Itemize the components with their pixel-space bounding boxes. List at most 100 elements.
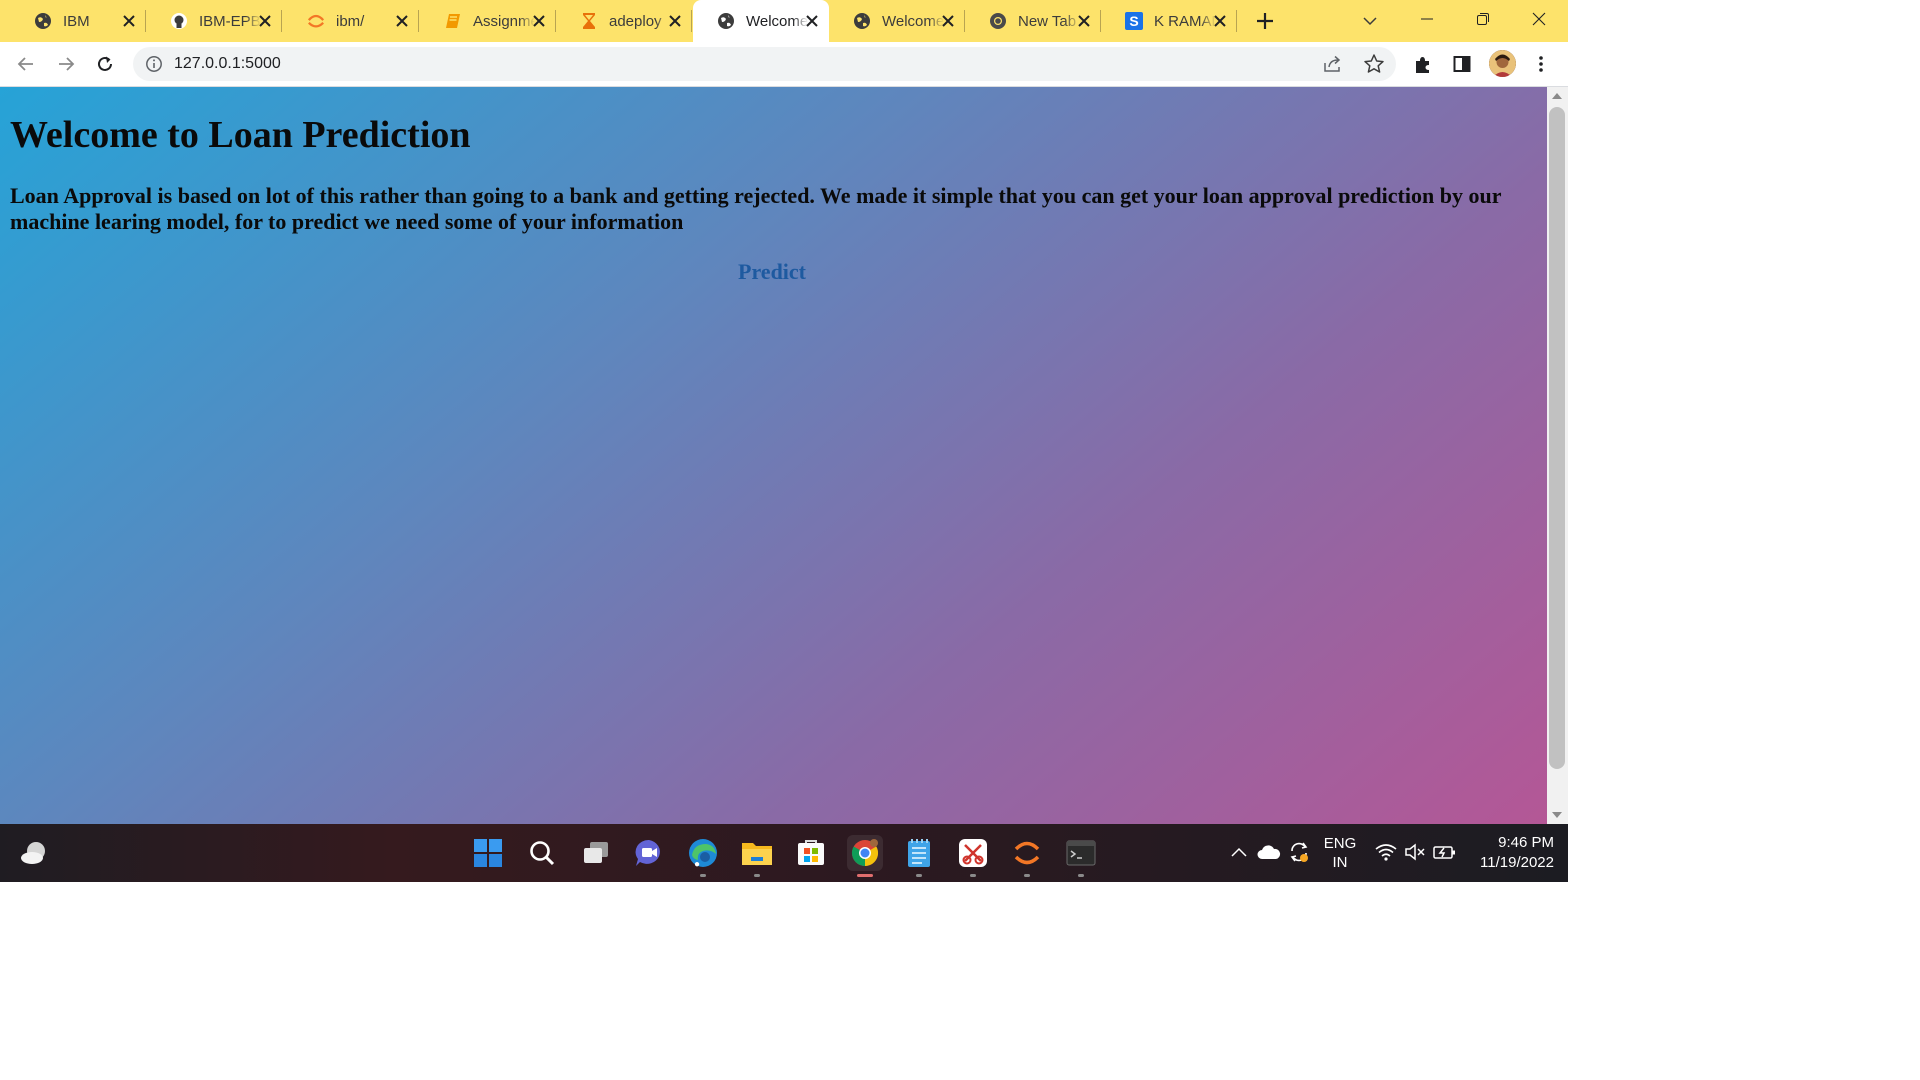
language-region: IN bbox=[1332, 854, 1348, 871]
minimize-icon[interactable] bbox=[1412, 6, 1442, 32]
scroll-up-arrow-icon[interactable] bbox=[1552, 93, 1562, 99]
terminal-icon[interactable] bbox=[1063, 835, 1099, 877]
tab-jupyter[interactable]: ibm/ bbox=[283, 0, 419, 42]
jupyter-icon[interactable] bbox=[1009, 835, 1045, 877]
close-tab-icon[interactable] bbox=[393, 12, 411, 30]
jupyter-icon bbox=[307, 12, 325, 30]
tab-title: Welcome bbox=[882, 12, 944, 30]
notepad-icon[interactable] bbox=[901, 835, 937, 877]
close-tab-icon[interactable] bbox=[666, 12, 684, 30]
hourglass-icon bbox=[580, 12, 598, 30]
running-indicator bbox=[916, 874, 922, 877]
tab-title: ibm/ bbox=[336, 12, 365, 30]
file-explorer-icon[interactable] bbox=[739, 835, 775, 877]
forward-arrow-icon[interactable] bbox=[52, 50, 80, 78]
wifi-icon[interactable] bbox=[1374, 840, 1398, 864]
running-indicator bbox=[857, 874, 873, 877]
close-tab-icon[interactable] bbox=[1075, 12, 1093, 30]
url-text[interactable]: 127.0.0.1:5000 bbox=[174, 55, 281, 73]
windows-start-icon[interactable] bbox=[470, 835, 506, 871]
running-indicator bbox=[970, 874, 976, 877]
tab-separator bbox=[1236, 10, 1237, 32]
predict-link[interactable]: Predict bbox=[738, 259, 806, 285]
browser-toolbar: 127.0.0.1:5000 bbox=[0, 42, 1568, 87]
tab-title: adeploy bbox=[609, 12, 662, 30]
globe-icon bbox=[34, 12, 52, 30]
svg-text:●: ● bbox=[694, 859, 700, 868]
windows-taskbar: ● ENG IN 9:46 PM 11/19/2022 bbox=[0, 824, 1568, 882]
input-language-indicator[interactable]: ENG IN bbox=[1318, 834, 1362, 872]
tab-welcome-active[interactable]: Welcome bbox=[693, 0, 829, 42]
tab-title: K RAMAN bbox=[1154, 12, 1216, 30]
running-indicator bbox=[700, 874, 706, 877]
bookmark-star-icon[interactable] bbox=[1363, 53, 1385, 75]
globe-icon bbox=[853, 12, 871, 30]
share-icon[interactable] bbox=[1322, 54, 1344, 74]
notebook-icon bbox=[444, 12, 462, 30]
site-info-icon[interactable] bbox=[145, 55, 163, 73]
close-tab-icon[interactable] bbox=[939, 12, 957, 30]
task-view-icon[interactable] bbox=[578, 835, 614, 871]
close-tab-icon[interactable] bbox=[803, 12, 821, 30]
github-icon bbox=[170, 12, 188, 30]
close-tab-icon[interactable] bbox=[1211, 12, 1229, 30]
close-tab-icon[interactable] bbox=[530, 12, 548, 30]
edge-icon[interactable]: ● bbox=[685, 835, 721, 877]
tab-new-tab[interactable]: New Tab bbox=[965, 0, 1101, 42]
side-panel-icon[interactable] bbox=[1450, 52, 1474, 76]
chrome-icon[interactable] bbox=[847, 835, 883, 877]
profile-avatar[interactable] bbox=[1489, 50, 1516, 77]
battery-charging-icon[interactable] bbox=[1433, 840, 1457, 864]
restore-icon[interactable] bbox=[1468, 6, 1498, 32]
page-viewport: Welcome to Loan Prediction Loan Approval… bbox=[0, 87, 1547, 824]
snipping-tool-icon[interactable] bbox=[955, 835, 991, 877]
address-bar[interactable]: 127.0.0.1:5000 bbox=[133, 47, 1396, 81]
clock-date: 11/19/2022 bbox=[1480, 854, 1554, 871]
tab-k-raman[interactable]: S K RAMAN bbox=[1101, 0, 1237, 42]
running-indicator bbox=[1024, 874, 1030, 877]
language-code: ENG bbox=[1323, 835, 1357, 852]
chat-icon[interactable] bbox=[631, 835, 667, 871]
tab-ibm[interactable]: IBM bbox=[10, 0, 146, 42]
system-clock[interactable]: 9:46 PM 11/19/2022 bbox=[1464, 833, 1554, 873]
tab-title: Welcome bbox=[746, 12, 808, 30]
close-tab-icon[interactable] bbox=[256, 12, 274, 30]
tab-assignment[interactable]: Assignment bbox=[420, 0, 556, 42]
new-tab-icon[interactable] bbox=[1254, 10, 1276, 32]
globe-icon bbox=[717, 12, 735, 30]
intro-paragraph: Loan Approval is based on lot of this ra… bbox=[10, 183, 1502, 234]
s-logo-icon: S bbox=[1125, 12, 1143, 30]
tab-adeploy[interactable]: adeploy bbox=[556, 0, 692, 42]
vertical-scrollbar[interactable] bbox=[1547, 87, 1568, 824]
tab-separator bbox=[418, 10, 419, 32]
tab-github[interactable]: IBM-EPBL bbox=[146, 0, 282, 42]
close-tab-icon[interactable] bbox=[120, 12, 138, 30]
onedrive-cloud-icon[interactable] bbox=[1257, 840, 1281, 864]
show-hidden-icons-chevron-icon[interactable] bbox=[1227, 840, 1251, 864]
weather-icon[interactable] bbox=[16, 835, 52, 871]
page-heading: Welcome to Loan Prediction bbox=[10, 114, 471, 156]
clock-time: 9:46 PM bbox=[1498, 834, 1554, 851]
volume-muted-icon[interactable] bbox=[1403, 840, 1427, 864]
running-indicator bbox=[754, 874, 760, 877]
tab-strip: IBM IBM-EPBL ibm/ Assignment adeploy bbox=[0, 0, 1568, 42]
reload-icon[interactable] bbox=[91, 50, 119, 78]
chevron-down-icon[interactable] bbox=[1360, 11, 1380, 31]
chrome-icon bbox=[989, 12, 1007, 30]
tab-separator bbox=[691, 10, 692, 32]
search-icon[interactable] bbox=[524, 835, 560, 871]
close-window-icon[interactable] bbox=[1524, 6, 1554, 32]
scroll-down-arrow-icon[interactable] bbox=[1552, 812, 1562, 818]
store-icon[interactable] bbox=[793, 835, 829, 871]
sync-icon[interactable] bbox=[1287, 840, 1311, 864]
extensions-puzzle-icon[interactable] bbox=[1411, 52, 1435, 76]
menu-kebab-icon[interactable] bbox=[1529, 52, 1553, 76]
tab-title: Assignment bbox=[473, 12, 535, 30]
back-arrow-icon[interactable] bbox=[12, 50, 40, 78]
tab-separator bbox=[281, 10, 282, 32]
svg-text:S: S bbox=[1129, 13, 1138, 29]
tab-title: New Tab bbox=[1018, 12, 1077, 30]
scrollbar-thumb[interactable] bbox=[1549, 107, 1565, 769]
tab-title: IBM-EPBL bbox=[199, 12, 261, 30]
tab-welcome[interactable]: Welcome bbox=[829, 0, 965, 42]
